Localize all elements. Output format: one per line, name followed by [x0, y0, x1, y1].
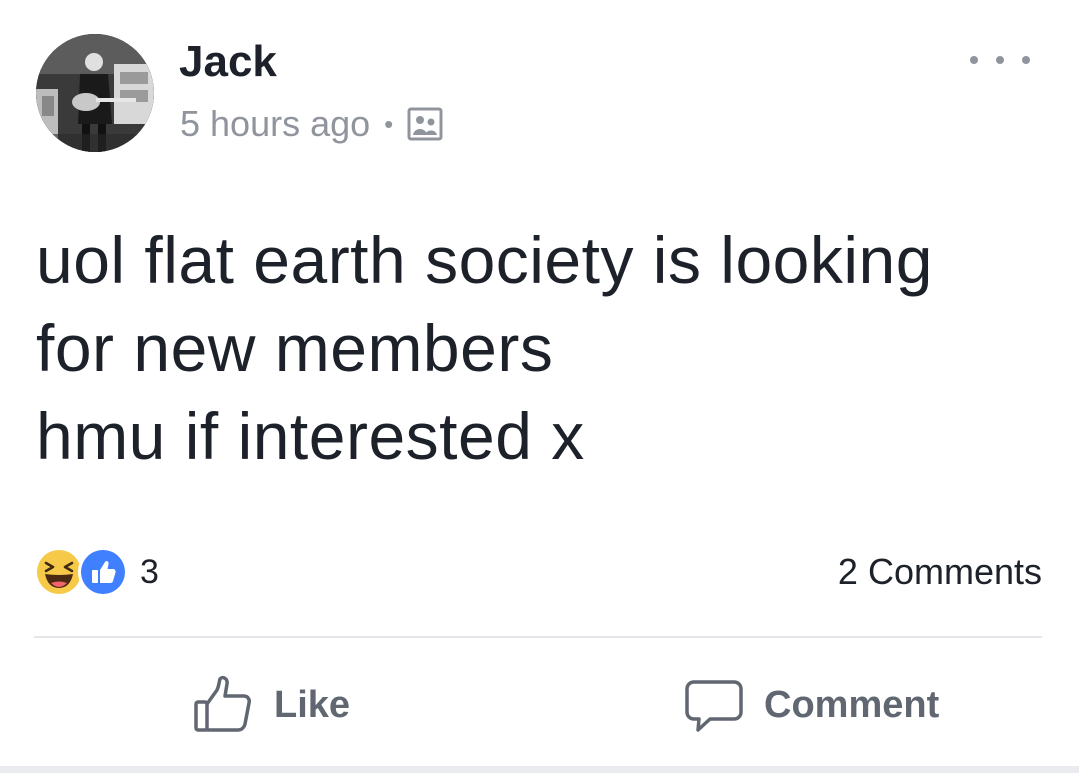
more-options-button[interactable]: [970, 44, 1030, 76]
more-dot: [996, 56, 1004, 64]
reactions-summary[interactable]: 3: [34, 546, 159, 598]
avatar-photo-icon: [36, 34, 154, 152]
custom-audience-icon[interactable]: [407, 107, 443, 141]
reaction-count: 3: [140, 553, 159, 591]
bottom-separator: [0, 766, 1079, 773]
speech-bubble-icon: [684, 674, 744, 736]
post-timestamp[interactable]: 5 hours ago: [180, 100, 370, 148]
comments-count-link[interactable]: 2 Comments: [838, 546, 1042, 598]
author-avatar[interactable]: [36, 34, 154, 152]
post-meta: 5 hours ago •: [180, 100, 443, 148]
post-card: Jack 5 hours ago • uol flat earth societ…: [0, 0, 1079, 773]
comment-button[interactable]: Comment: [684, 670, 939, 740]
more-dot: [1022, 56, 1030, 64]
meta-separator: •: [384, 109, 394, 139]
thumbs-up-icon: [192, 674, 254, 736]
haha-reaction-icon: [34, 547, 84, 597]
like-reaction-icon: [78, 547, 128, 597]
like-label: Like: [274, 684, 351, 726]
like-button[interactable]: Like: [192, 670, 350, 740]
author-name[interactable]: Jack: [179, 36, 277, 88]
action-bar: Like Comment: [0, 660, 1079, 750]
more-dot: [970, 56, 978, 64]
divider: [34, 636, 1042, 638]
comment-label: Comment: [764, 684, 940, 726]
post-body-text: uol flat earth society is looking for ne…: [36, 223, 933, 473]
